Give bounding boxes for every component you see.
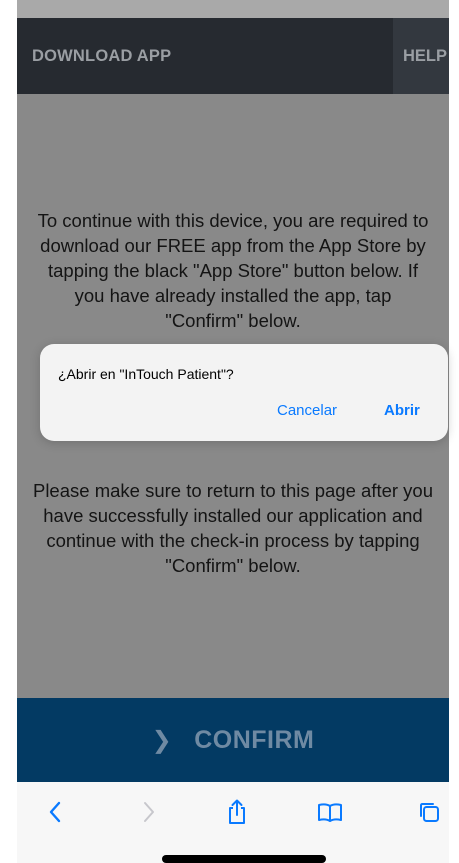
alert-title: ¿Abrir en "InTouch Patient"? bbox=[58, 366, 234, 382]
alert-open-button[interactable]: Abrir bbox=[384, 402, 420, 419]
top-navigation: DOWNLOAD APP HELP bbox=[17, 18, 449, 94]
nav-help[interactable]: HELP bbox=[393, 18, 449, 94]
book-icon bbox=[318, 803, 342, 822]
chevron-left-icon bbox=[49, 801, 61, 823]
confirm-button[interactable]: ❯ CONFIRM bbox=[17, 698, 449, 782]
bookmarks-button[interactable] bbox=[310, 792, 350, 832]
forward-button[interactable] bbox=[129, 792, 169, 832]
alert-cancel-button[interactable]: Cancelar bbox=[277, 402, 337, 419]
back-button[interactable] bbox=[35, 792, 75, 832]
open-in-app-alert: ¿Abrir en "InTouch Patient"? Cancelar Ab… bbox=[40, 344, 448, 441]
instructions-paragraph: To continue with this device, you are re… bbox=[37, 210, 429, 331]
confirm-label: CONFIRM bbox=[194, 725, 315, 754]
chevron-right-icon: ❯ bbox=[151, 726, 173, 754]
share-button[interactable] bbox=[217, 792, 257, 832]
chevron-right-icon bbox=[144, 802, 154, 822]
tabs-button[interactable] bbox=[409, 792, 449, 832]
share-icon bbox=[229, 799, 245, 824]
nav-download-app[interactable]: DOWNLOAD APP bbox=[32, 18, 171, 94]
status-bar bbox=[17, 0, 449, 18]
browser-toolbar bbox=[17, 782, 449, 863]
tabs-icon bbox=[420, 803, 439, 822]
home-indicator bbox=[162, 855, 326, 863]
return-reminder-paragraph: Please make sure to return to this page … bbox=[32, 480, 434, 576]
screen: DOWNLOAD APP HELP To continue with this … bbox=[0, 0, 459, 863]
